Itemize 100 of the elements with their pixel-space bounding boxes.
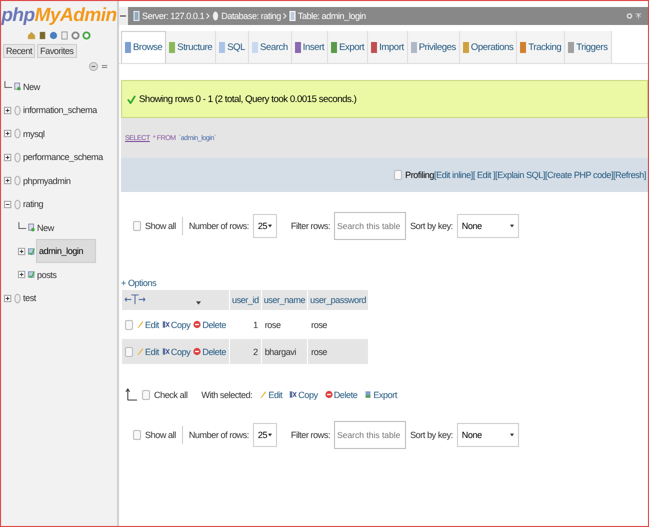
tab[interactable]: Structure — [166, 31, 216, 63]
expand-icon[interactable] — [4, 128, 13, 140]
tree-item[interactable]: posts — [36, 268, 58, 282]
checkbox[interactable] — [133, 221, 141, 231]
sort-label: Sort by key: — [410, 221, 453, 231]
delete-icon — [324, 390, 333, 399]
checkbox[interactable] — [142, 390, 150, 400]
breadcrumb-link[interactable]: Database: rating — [221, 11, 281, 21]
pencil-icon — [136, 320, 144, 329]
bulk-action-link[interactable]: Delete — [324, 390, 358, 400]
rows-dropdown[interactable]: 25 — [252, 423, 277, 447]
sort-dropdown[interactable]: None — [456, 423, 519, 447]
sidebar-tab[interactable]: Favorites — [37, 44, 77, 58]
dropdown-arrow-icon — [510, 433, 514, 437]
table-cell: rose — [308, 339, 368, 364]
table-cell-text: rose — [310, 318, 328, 332]
bracketed-link[interactable]: [Explain SQL] — [495, 170, 545, 180]
bracketed-link[interactable]: [Edit inline] — [434, 170, 473, 180]
column-header[interactable]: user_password — [308, 290, 368, 310]
show-all-label: Show all — [145, 430, 176, 440]
show-all-label: Show all — [145, 221, 176, 231]
tab[interactable]: Privileges — [408, 31, 460, 63]
dropdown-arrow-icon — [510, 224, 514, 228]
table-cell-text: rose — [264, 318, 282, 332]
collapse-all-icon[interactable] — [89, 62, 98, 71]
expand-icon[interactable] — [18, 269, 27, 280]
tab[interactable]: Import — [368, 31, 408, 63]
tree-item[interactable]: phpmyadmin — [22, 174, 72, 188]
check-all-label[interactable]: Check all — [154, 390, 188, 400]
database-icon — [14, 128, 21, 140]
dropdown-arrow-icon[interactable] — [196, 300, 201, 304]
bracketed-link[interactable]: [Create PHP code] — [545, 170, 614, 180]
checkbox[interactable] — [125, 320, 133, 330]
rows-label: Number of rows: — [188, 221, 249, 231]
row-action-link[interactable]: Copy — [162, 346, 190, 356]
checkbox[interactable] — [394, 170, 402, 180]
filter-field[interactable]: Search this table — [334, 212, 406, 240]
tree-item[interactable]: performance_schema — [22, 150, 104, 164]
home-icon[interactable] — [27, 31, 36, 40]
options-link[interactable]: + Options — [121, 278, 648, 288]
export-icon — [364, 390, 372, 399]
bracketed-link[interactable]: [Refresh] — [613, 170, 646, 180]
tab[interactable]: SQL — [216, 31, 250, 63]
database-icon — [14, 292, 21, 304]
sort-dropdown[interactable]: None — [456, 214, 519, 238]
tab[interactable]: Operations — [460, 31, 518, 63]
bulk-action-link[interactable]: Export — [364, 390, 397, 400]
row-action-link[interactable]: Edit — [136, 346, 159, 356]
dropdown-arrow-icon — [268, 433, 272, 437]
database-icon — [212, 11, 220, 21]
row-action-link[interactable]: Delete — [193, 320, 226, 330]
sidebar-tab[interactable]: Recent — [3, 44, 36, 58]
filter-label: Filter rows: — [290, 221, 330, 231]
row-action-link[interactable]: Copy — [162, 320, 190, 330]
scroll-top-icon[interactable] — [635, 11, 642, 21]
column-header[interactable]: user_id — [230, 290, 261, 310]
rows-label: Number of rows: — [188, 430, 249, 440]
rows-dropdown[interactable]: 25 — [252, 214, 277, 238]
delete-icon — [193, 320, 202, 329]
expand-icon[interactable] — [4, 175, 13, 186]
column-arrows-icon[interactable] — [124, 294, 146, 304]
breadcrumb-link[interactable]: Table: admin_login — [298, 11, 366, 21]
bracketed-link[interactable]: [ Edit ] — [472, 170, 496, 180]
tree-item[interactable]: admin_login — [36, 239, 96, 264]
row-action-link[interactable]: Delete — [193, 346, 226, 356]
tree-item[interactable]: information_schema — [22, 103, 98, 118]
tab[interactable]: Triggers — [565, 31, 612, 63]
table-cell: bhargavi — [262, 339, 308, 364]
expand-icon[interactable] — [18, 246, 27, 257]
collapse-icon[interactable] — [4, 198, 13, 210]
checkbox[interactable] — [133, 430, 141, 440]
new-item-icon — [14, 81, 21, 92]
bulk-action-link[interactable]: Copy — [289, 390, 318, 400]
logo[interactable]: phpMyAdmin — [1, 5, 117, 27]
tab[interactable]: Insert — [292, 31, 328, 63]
expand-icon[interactable] — [4, 104, 13, 116]
expand-icon[interactable] — [4, 152, 13, 163]
table-icon — [28, 269, 35, 280]
tab[interactable]: Tracking — [517, 31, 566, 63]
tree-item[interactable]: rating — [22, 197, 44, 212]
column-header[interactable]: user_name — [262, 290, 308, 310]
table-icon — [28, 246, 35, 257]
copy-icon — [289, 390, 298, 399]
checkbox[interactable] — [125, 346, 133, 356]
table-cell-text: 1 — [252, 318, 259, 332]
tree-item[interactable]: New — [36, 220, 55, 235]
filter-field[interactable]: Search this table — [334, 421, 406, 449]
tree-item[interactable]: mysql — [22, 126, 46, 141]
pencil-icon — [136, 347, 144, 356]
document-icon[interactable] — [60, 31, 69, 40]
tab[interactable]: Export — [328, 31, 368, 63]
tab[interactable]: Search — [249, 31, 292, 63]
tree-item[interactable]: New — [22, 80, 41, 94]
breadcrumb-link[interactable]: Server: 127.0.0.1 — [142, 11, 204, 21]
row-action-link[interactable]: Edit — [136, 320, 159, 330]
expand-icon[interactable] — [4, 292, 13, 304]
profiling-label: Profiling — [405, 170, 434, 180]
tab[interactable]: Browse — [121, 31, 166, 63]
tree-item[interactable]: test — [22, 291, 37, 306]
bulk-action-link[interactable]: Edit — [259, 390, 282, 400]
